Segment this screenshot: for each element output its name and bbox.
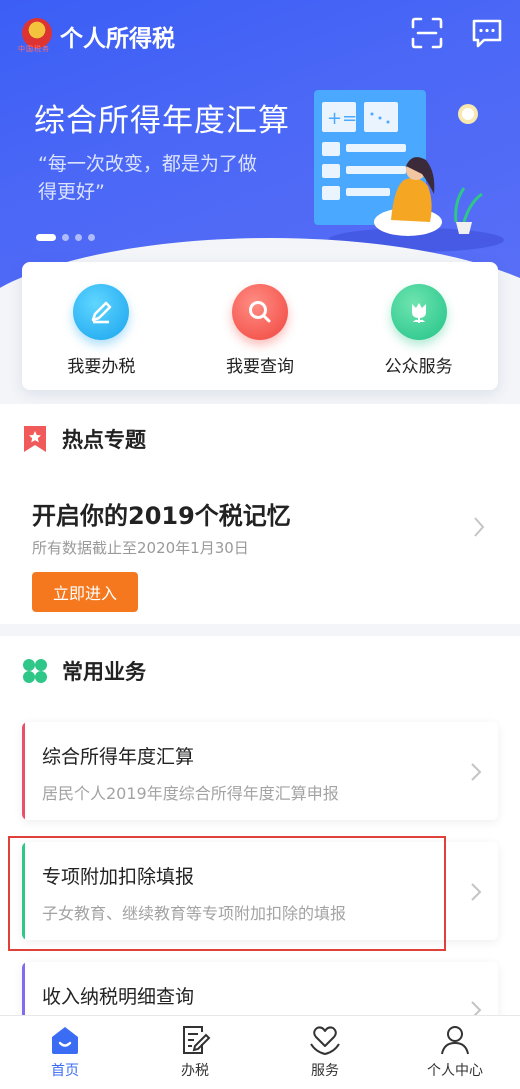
search-icon — [232, 284, 288, 340]
nav-label: 首页 — [51, 1063, 79, 1079]
emblem-text: 中国税务 — [18, 45, 50, 53]
common-business-section: 常用业务 综合所得年度汇算 居民个人2019年度综合所得年度汇算申报 专项附加扣… — [0, 636, 520, 1060]
hot-topic-subtitle: 所有数据截止至2020年1月30日 — [32, 539, 249, 557]
carousel-indicator — [36, 234, 95, 241]
banner-illustration: += — [314, 90, 504, 252]
hot-topics-section: 热点专题 开启你的2019个税记忆 所有数据截止至2020年1月30日 立即进入 — [0, 404, 520, 624]
message-icon[interactable] — [470, 16, 504, 50]
quick-action-label: 公众服务 — [384, 357, 453, 377]
chevron-right-icon — [471, 883, 482, 901]
section-title: 常用业务 — [62, 660, 146, 684]
business-item-title: 综合所得年度汇算 — [42, 746, 195, 768]
nav-service[interactable]: 服务 — [260, 1016, 390, 1089]
person-icon — [441, 1026, 469, 1055]
common-business-header: 常用业务 — [22, 656, 146, 686]
quick-action-label: 我要查询 — [226, 357, 294, 377]
quick-action-tax[interactable]: 我要办税 — [22, 262, 181, 390]
chevron-right-icon[interactable] — [472, 516, 486, 538]
chevron-right-icon — [471, 763, 482, 781]
app-title: 个人所得税 — [60, 26, 175, 52]
clover-grid-icon — [23, 659, 47, 683]
nav-label: 个人中心 — [427, 1063, 483, 1079]
business-item-subtitle: 居民个人2019年度综合所得年度汇算申报 — [42, 784, 339, 803]
pencil-icon — [73, 284, 130, 340]
tulip-icon — [390, 284, 447, 340]
business-item-special-deduction[interactable]: 专项附加扣除填报 子女教育、继续教育等专项附加扣除的填报 — [22, 842, 498, 940]
business-item-title: 专项附加扣除填报 — [42, 866, 195, 888]
nav-home[interactable]: 首页 — [0, 1016, 130, 1089]
quick-actions-card: 我要办税 我要查询 公众服务 — [22, 262, 498, 390]
nav-profile[interactable]: 个人中心 — [390, 1016, 520, 1089]
banner-title: 综合所得年度汇算 — [34, 103, 290, 139]
carousel-dot — [62, 234, 69, 241]
scan-icon[interactable] — [410, 16, 444, 50]
quick-action-public-service[interactable]: 公众服务 — [339, 262, 498, 390]
nav-label: 服务 — [311, 1063, 339, 1079]
business-item-title: 收入纳税明细查询 — [42, 986, 195, 1008]
hot-topic-title[interactable]: 开启你的2019个税记忆 — [32, 496, 291, 531]
bottom-nav: 首页 办税 服务 个人中心 — [0, 1015, 520, 1089]
home-icon — [52, 1027, 78, 1054]
nav-label: 办税 — [181, 1063, 209, 1079]
item-accent-bar — [22, 842, 25, 940]
nav-tax[interactable]: 办税 — [130, 1016, 260, 1089]
carousel-dot — [88, 234, 95, 241]
banner[interactable]: 中国税务 个人所得税 综合所得年度汇算 “每一次改变，都是为了做得更好” += — [0, 0, 520, 305]
document-edit-icon — [183, 1026, 211, 1054]
heart-hands-icon — [310, 1026, 340, 1055]
hot-topics-header: 热点专题 — [22, 424, 146, 454]
top-bar: 中国税务 个人所得税 — [0, 0, 520, 70]
quick-action-query[interactable]: 我要查询 — [181, 262, 340, 390]
bookmark-star-icon — [24, 426, 46, 452]
carousel-dot-active — [36, 234, 56, 241]
svg-text:+=: += — [327, 108, 357, 129]
enter-now-button[interactable]: 立即进入 — [32, 572, 138, 612]
quick-action-label: 我要办税 — [67, 357, 136, 377]
carousel-dot — [75, 234, 82, 241]
banner-subtitle: “每一次改变，都是为了做得更好” — [38, 153, 257, 203]
business-item-subtitle: 子女教育、继续教育等专项附加扣除的填报 — [42, 904, 347, 923]
business-item-annual-settlement[interactable]: 综合所得年度汇算 居民个人2019年度综合所得年度汇算申报 — [22, 722, 498, 820]
item-accent-bar — [22, 722, 25, 820]
section-title: 热点专题 — [62, 428, 146, 452]
